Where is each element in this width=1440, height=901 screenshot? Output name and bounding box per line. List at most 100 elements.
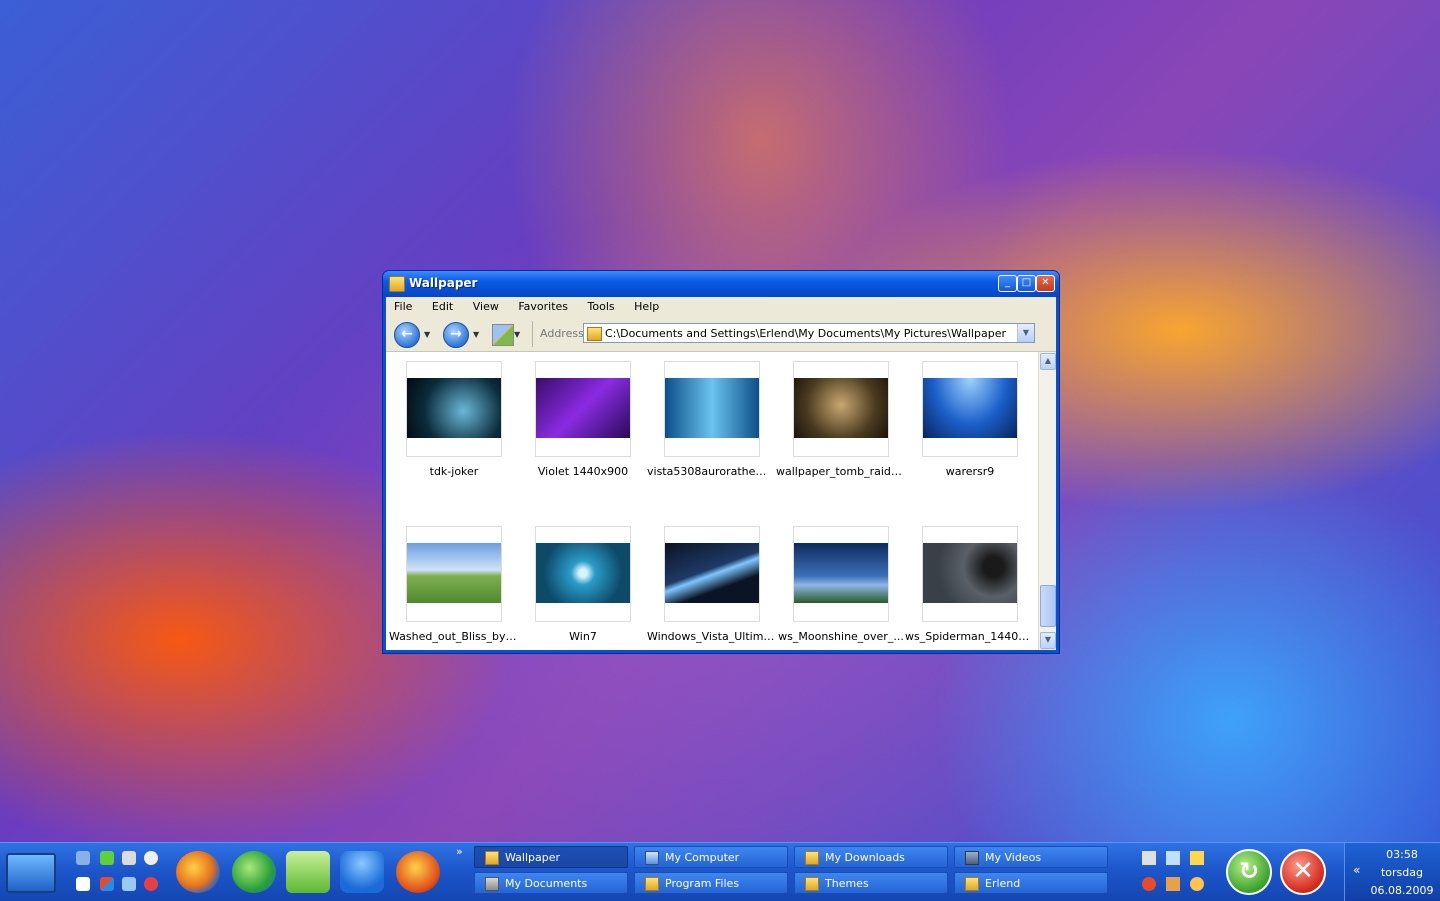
documents-icon[interactable]: [76, 877, 90, 891]
file-item[interactable]: vista5308aurorathemed...: [647, 361, 777, 478]
file-item[interactable]: Violet 1440x900: [518, 361, 648, 478]
menu-file[interactable]: File: [386, 297, 420, 313]
thumbnail-frame: [922, 526, 1018, 622]
messenger-status-icon[interactable]: [1190, 877, 1204, 891]
game-icon[interactable]: [396, 851, 440, 893]
recycle-bin-icon[interactable]: [286, 851, 330, 893]
forward-button[interactable]: →: [443, 322, 469, 348]
file-name: ws_Moonshine_over_...: [778, 630, 904, 643]
thumbnail-image: [923, 378, 1017, 438]
task-my-downloads[interactable]: My Downloads: [794, 846, 948, 868]
file-item[interactable]: Win7: [518, 526, 648, 643]
views-icon[interactable]: [492, 324, 514, 346]
thumbnail-frame: [535, 526, 631, 622]
expand-tray-icon[interactable]: «: [1353, 863, 1360, 877]
file-item[interactable]: ws_Moonshine_over_...: [776, 526, 906, 643]
toolbar: ← ▼ → ▼ ▼ Address C:\Documents and Setti…: [386, 317, 1056, 352]
file-item[interactable]: ws_Spiderman_1440x900: [905, 526, 1035, 643]
warning-icon[interactable]: [1190, 851, 1204, 865]
thumbnail-frame: [793, 361, 889, 457]
menu-edit[interactable]: Edit: [424, 297, 461, 313]
address-input[interactable]: C:\Documents and Settings\Erlend\My Docu…: [583, 323, 1035, 343]
file-item[interactable]: Washed_out_Bliss_by_...: [389, 526, 519, 643]
task-program-files[interactable]: Program Files: [634, 872, 788, 894]
task-label: Themes: [825, 877, 869, 890]
clock-area[interactable]: « 03:58 torsdag 06.08.2009: [1344, 843, 1440, 901]
task-label: My Videos: [985, 851, 1042, 864]
task-label: Wallpaper: [505, 851, 561, 864]
file-name: vista5308aurorathemed...: [647, 465, 777, 478]
folder-icon: [645, 877, 659, 891]
address-value: C:\Documents and Settings\Erlend\My Docu…: [605, 327, 1006, 340]
file-view: tdk-joker Violet 1440x900 vista5308auror…: [386, 352, 1056, 650]
thumbnail-frame: [406, 361, 502, 457]
file-item[interactable]: Windows_Vista_Ultimat...: [647, 526, 777, 643]
folder-icon: [805, 877, 819, 891]
thumbnail-image: [665, 543, 759, 603]
folder-icon: [805, 851, 819, 865]
task-my-computer[interactable]: My Computer: [634, 846, 788, 868]
close-circle-icon[interactable]: ✕: [1280, 849, 1326, 895]
folder-icon: [485, 851, 499, 865]
system-tray: [1138, 843, 1214, 901]
file-name: Violet 1440x900: [537, 465, 629, 478]
thumbnail-image: [665, 378, 759, 438]
forward-dropdown-icon[interactable]: ▼: [473, 330, 479, 339]
scroll-up-icon[interactable]: ▲: [1040, 353, 1056, 370]
menu-tools[interactable]: Tools: [580, 297, 623, 313]
task-label: Program Files: [665, 877, 740, 890]
monitor-icon[interactable]: [122, 877, 136, 891]
thumbnail-image: [407, 378, 501, 438]
file-name: ws_Spiderman_1440x900: [905, 630, 1035, 643]
tools-icon[interactable]: [1142, 851, 1156, 865]
file-name: tdk-joker: [429, 465, 479, 478]
maximize-button[interactable]: □: [1017, 275, 1036, 292]
back-dropdown-icon[interactable]: ▼: [424, 330, 430, 339]
file-name: Windows_Vista_Ultimat...: [647, 630, 777, 643]
task-my-documents[interactable]: My Documents: [474, 872, 628, 894]
back-button[interactable]: ←: [394, 322, 420, 348]
task-themes[interactable]: Themes: [794, 872, 948, 894]
scroll-down-icon[interactable]: ▼: [1040, 632, 1056, 649]
file-item[interactable]: tdk-joker: [389, 361, 519, 478]
thumbnail-frame: [922, 361, 1018, 457]
task-erlend[interactable]: Erlend: [954, 872, 1108, 894]
refresh-icon[interactable]: ↻: [1226, 849, 1272, 895]
task-wallpaper[interactable]: Wallpaper: [474, 846, 628, 868]
player-icon[interactable]: [144, 851, 158, 865]
globe-download-icon[interactable]: [232, 851, 276, 893]
toolbar-separator: [532, 321, 533, 347]
power-icon[interactable]: [144, 877, 158, 891]
task-label: My Documents: [505, 877, 588, 890]
thumbnail-image: [923, 543, 1017, 603]
shield-icon[interactable]: [1166, 877, 1180, 891]
minimize-button[interactable]: _: [998, 275, 1017, 292]
folder-icon: [389, 276, 405, 292]
download-icon[interactable]: [100, 851, 114, 865]
vertical-scrollbar[interactable]: ▲ ▼: [1038, 352, 1056, 650]
firefox-icon[interactable]: [176, 851, 220, 893]
media-icon[interactable]: [76, 851, 90, 865]
file-name: Win7: [569, 630, 597, 643]
computer-icon: [645, 851, 659, 865]
show-desktop-icon[interactable]: [6, 853, 56, 893]
antivirus-icon[interactable]: [1142, 877, 1156, 891]
menu-view[interactable]: View: [465, 297, 507, 313]
speaker-icon[interactable]: [122, 851, 136, 865]
messenger-icon[interactable]: [340, 851, 384, 893]
scroll-thumb[interactable]: [1040, 585, 1056, 627]
address-dropdown-icon[interactable]: ▼: [1017, 324, 1034, 342]
menu-favorites[interactable]: Favorites: [510, 297, 576, 313]
shield-icon[interactable]: [100, 877, 114, 891]
task-label: Erlend: [985, 877, 1021, 890]
file-item[interactable]: wallpaper_tomb_raider...: [776, 361, 906, 478]
title-bar[interactable]: Wallpaper _ □ ✕: [383, 271, 1059, 297]
more-chevron-icon[interactable]: »: [456, 845, 463, 858]
close-button[interactable]: ✕: [1036, 275, 1055, 292]
file-item[interactable]: warersr9: [905, 361, 1035, 478]
network-icon[interactable]: [1166, 851, 1180, 865]
clock-date: 06.08.2009: [1370, 884, 1434, 897]
views-dropdown-icon[interactable]: ▼: [514, 330, 520, 339]
menu-help[interactable]: Help: [626, 297, 667, 313]
task-my-videos[interactable]: My Videos: [954, 846, 1108, 868]
